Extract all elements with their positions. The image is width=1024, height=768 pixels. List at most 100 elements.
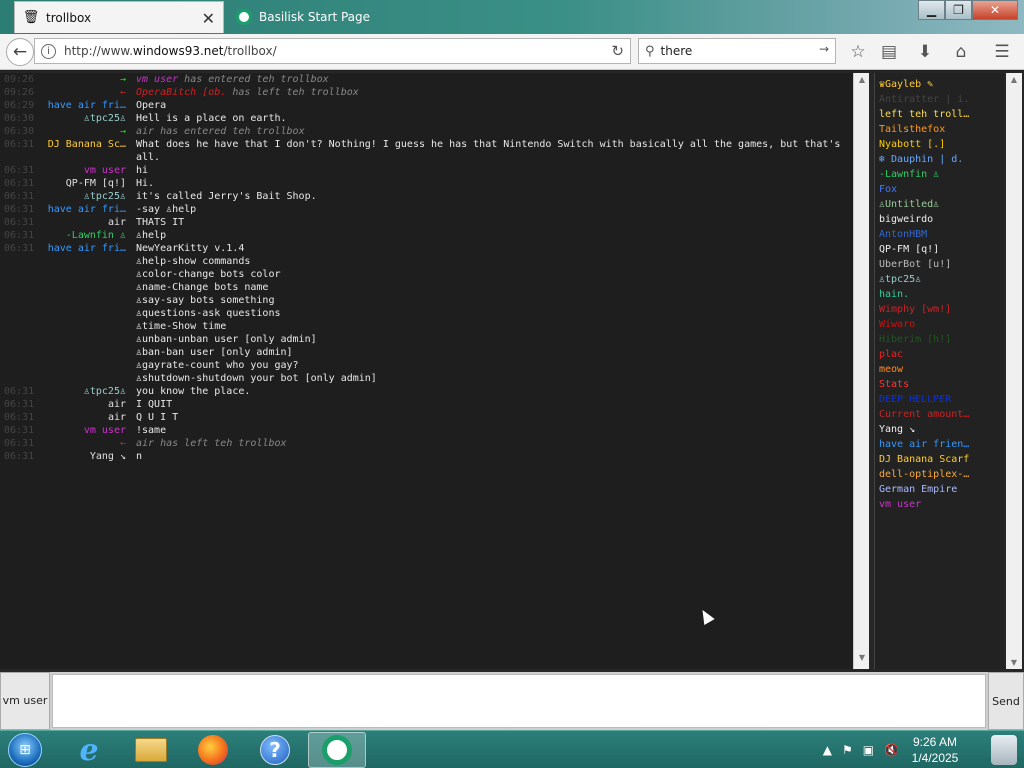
user-list-item[interactable]: dell-optiplex-… <box>879 467 1004 482</box>
chat-nick[interactable]: have air fri… <box>40 242 126 255</box>
flag-icon[interactable]: ⚑ <box>842 743 853 757</box>
user-list-item[interactable]: German Empire <box>879 482 1004 497</box>
chat-nick[interactable]: vm user <box>40 424 126 437</box>
user-list-item[interactable]: vm user <box>879 497 1004 512</box>
user-list-item[interactable]: ♙tpc25♙ <box>879 272 1004 287</box>
tab-basilisk-start[interactable]: Basilisk Start Page <box>228 1 478 33</box>
userlist-scrollbar[interactable]: ▲ ▼ <box>1006 73 1022 669</box>
user-list-item[interactable]: meow <box>879 362 1004 377</box>
user-list-item[interactable]: Tailsthefox <box>879 122 1004 137</box>
folder-icon[interactable] <box>122 732 180 768</box>
user-list-item[interactable]: ♛Gayleb ✎ <box>879 77 1004 92</box>
volume-muted-icon[interactable]: 🔇 <box>884 743 899 757</box>
home-icon[interactable]: ⌂ <box>949 40 973 64</box>
scroll-up-icon[interactable]: ▲ <box>854 75 870 89</box>
firefox-icon[interactable] <box>184 732 242 768</box>
info-icon[interactable]: i <box>41 43 56 59</box>
user-list-item[interactable]: plac <box>879 347 1004 362</box>
network-icon[interactable]: ▣ <box>863 743 874 757</box>
tab-label: Basilisk Start Page <box>259 10 371 24</box>
user-list-item[interactable]: AntonHBM <box>879 227 1004 242</box>
chat-line: 06:31 Yang ↘ n <box>0 450 853 463</box>
close-icon[interactable]: ✕ <box>972 0 1018 20</box>
user-list-item[interactable]: ♙Untitled♙ <box>879 197 1004 212</box>
nickname-button[interactable]: vm user <box>0 672 50 730</box>
chat-nick[interactable]: air <box>40 398 126 411</box>
chat-line: ♙shutdown-shutdown your bot [only admin] <box>0 372 853 385</box>
show-hidden-icons-icon[interactable]: ▲ <box>823 743 832 757</box>
user-list-item[interactable]: Nyabott [.] <box>879 137 1004 152</box>
user-list-item[interactable]: Fox <box>879 182 1004 197</box>
clock-time: 9:26 AM <box>912 735 958 749</box>
reader-icon[interactable]: ▤ <box>877 40 901 64</box>
basilisk-icon[interactable] <box>308 732 366 768</box>
user-list-item[interactable]: Stats <box>879 377 1004 392</box>
user-list-item[interactable]: bigweirdo <box>879 212 1004 227</box>
chat-nick[interactable]: QP-FM [q!] <box>40 177 126 190</box>
system-message-nick[interactable]: vm user <box>136 74 184 85</box>
back-arrow-icon[interactable]: ← <box>6 38 34 66</box>
message-input[interactable] <box>52 674 986 728</box>
scroll-up-icon[interactable]: ▲ <box>1006 75 1022 84</box>
chat-message: I QUIT <box>136 399 173 410</box>
start-button[interactable]: ⊞ <box>4 732 46 768</box>
system-message-nick[interactable]: OperaBitch [ob. <box>136 87 232 98</box>
chat-nick[interactable]: have air fri… <box>40 203 126 216</box>
timestamp: 06:29 <box>4 100 35 111</box>
chat-nick[interactable]: -Lawnfin ♙ <box>40 229 126 242</box>
timestamp: 06:31 <box>4 399 35 410</box>
download-icon[interactable]: ⬇ <box>913 40 937 64</box>
chat-nick[interactable]: have air fri… <box>40 99 126 112</box>
url-bar[interactable]: i http://www. windows93.net/trollbox/ ↻ <box>34 38 631 64</box>
user-list-item[interactable]: Antiratter | i. <box>879 92 1004 107</box>
chat-nick[interactable]: air <box>40 216 126 229</box>
user-list-item[interactable]: Wimphy [wm!] <box>879 302 1004 317</box>
minimize-icon[interactable]: ▁ <box>918 0 945 20</box>
chat-nick[interactable]: Yang ↘ <box>40 450 126 463</box>
search-input[interactable]: ⚲ there → <box>638 38 836 64</box>
system-message: vm user has entered teh trollbox <box>136 73 329 86</box>
url-prefix: http://www. <box>64 44 133 58</box>
close-tab-icon[interactable]: ✕ <box>202 9 215 28</box>
tab-trollbox[interactable]: 🗑 trollbox ✕ <box>14 1 224 33</box>
chat-nick[interactable]: ♙tpc25♙ <box>40 385 126 398</box>
tab-label: trollbox <box>46 10 92 25</box>
reload-icon[interactable]: ↻ <box>611 42 624 60</box>
user-list-item[interactable]: Wiwaro <box>879 317 1004 332</box>
chat-nick[interactable]: air <box>40 411 126 424</box>
system-tray: ▲ ⚑ ▣ 🔇 <box>818 731 904 768</box>
user-list-item[interactable]: DJ Banana Scarf <box>879 452 1004 467</box>
user-list-item[interactable]: hain. <box>879 287 1004 302</box>
user-list-item[interactable]: ❄ Dauphin | d. <box>879 152 1004 167</box>
help-icon[interactable]: ? <box>246 732 304 768</box>
system-message-nick[interactable]: air <box>136 438 160 449</box>
chat-nick[interactable]: vm user <box>40 164 126 177</box>
scroll-down-icon[interactable]: ▼ <box>1006 658 1022 667</box>
chat-nick[interactable]: DJ Banana Sc… <box>40 138 126 151</box>
maximize-icon[interactable]: ❐ <box>945 0 972 20</box>
chat-line: 06:31 vm user hi <box>0 164 853 177</box>
scroll-down-icon[interactable]: ▼ <box>854 653 870 667</box>
user-list-item[interactable]: -Lawnfin ♙ <box>879 167 1004 182</box>
hamburger-menu-icon[interactable]: ☰ <box>990 40 1014 64</box>
star-icon[interactable]: ☆ <box>846 40 870 64</box>
user-list-item[interactable]: DEEP HELLPER <box>879 392 1004 407</box>
user-list-item[interactable]: Current amount… <box>879 407 1004 422</box>
system-message-nick[interactable]: air <box>136 126 160 137</box>
user-list-item[interactable]: Yang ↘ <box>879 422 1004 437</box>
send-button[interactable]: Send <box>988 672 1024 730</box>
chat-line: ♙ban-ban user [only admin] <box>0 346 853 359</box>
chat-nick[interactable]: ♙tpc25♙ <box>40 112 126 125</box>
go-arrow-icon[interactable]: → <box>819 42 829 56</box>
user-list-item[interactable]: Hiberim [h!] <box>879 332 1004 347</box>
user-list-item[interactable]: left teh troll… <box>879 107 1004 122</box>
clock[interactable]: 9:26 AM 1/4/2025 <box>904 734 966 766</box>
user-list-item[interactable]: have air frien… <box>879 437 1004 452</box>
user-list-item[interactable]: UberBot [u!] <box>879 257 1004 272</box>
chat-scrollbar[interactable]: ▲ ▼ <box>853 73 869 669</box>
chat-line: 06:31 air Q U I T <box>0 411 853 424</box>
show-desktop-button[interactable] <box>984 731 1024 768</box>
user-list-item[interactable]: QP-FM [q!] <box>879 242 1004 257</box>
chat-nick[interactable]: ♙tpc25♙ <box>40 190 126 203</box>
internet-explorer-icon[interactable]: e <box>60 732 118 768</box>
